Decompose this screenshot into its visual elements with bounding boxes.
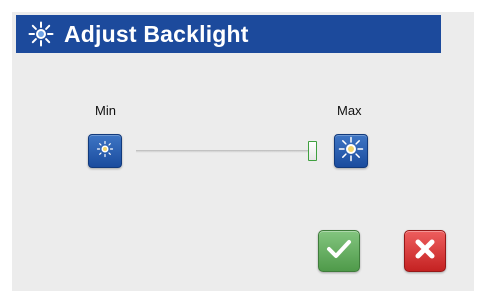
backlight-slider-track[interactable]	[136, 150, 312, 153]
close-x-icon	[414, 238, 436, 265]
sun-bright-icon	[338, 136, 364, 167]
sun-icon	[26, 19, 56, 49]
cancel-button[interactable]	[404, 230, 446, 272]
dialog-title-bar: Adjust Backlight	[16, 15, 441, 53]
backlight-slider-thumb[interactable]	[307, 141, 317, 161]
dialog-title: Adjust Backlight	[64, 20, 249, 47]
increase-backlight-button[interactable]	[334, 134, 368, 168]
checkmark-icon	[326, 238, 352, 265]
decrease-backlight-button[interactable]	[88, 134, 122, 168]
sun-dim-icon	[95, 139, 115, 164]
min-label: Min	[95, 103, 116, 118]
confirm-button[interactable]	[318, 230, 360, 272]
max-label: Max	[337, 103, 362, 118]
